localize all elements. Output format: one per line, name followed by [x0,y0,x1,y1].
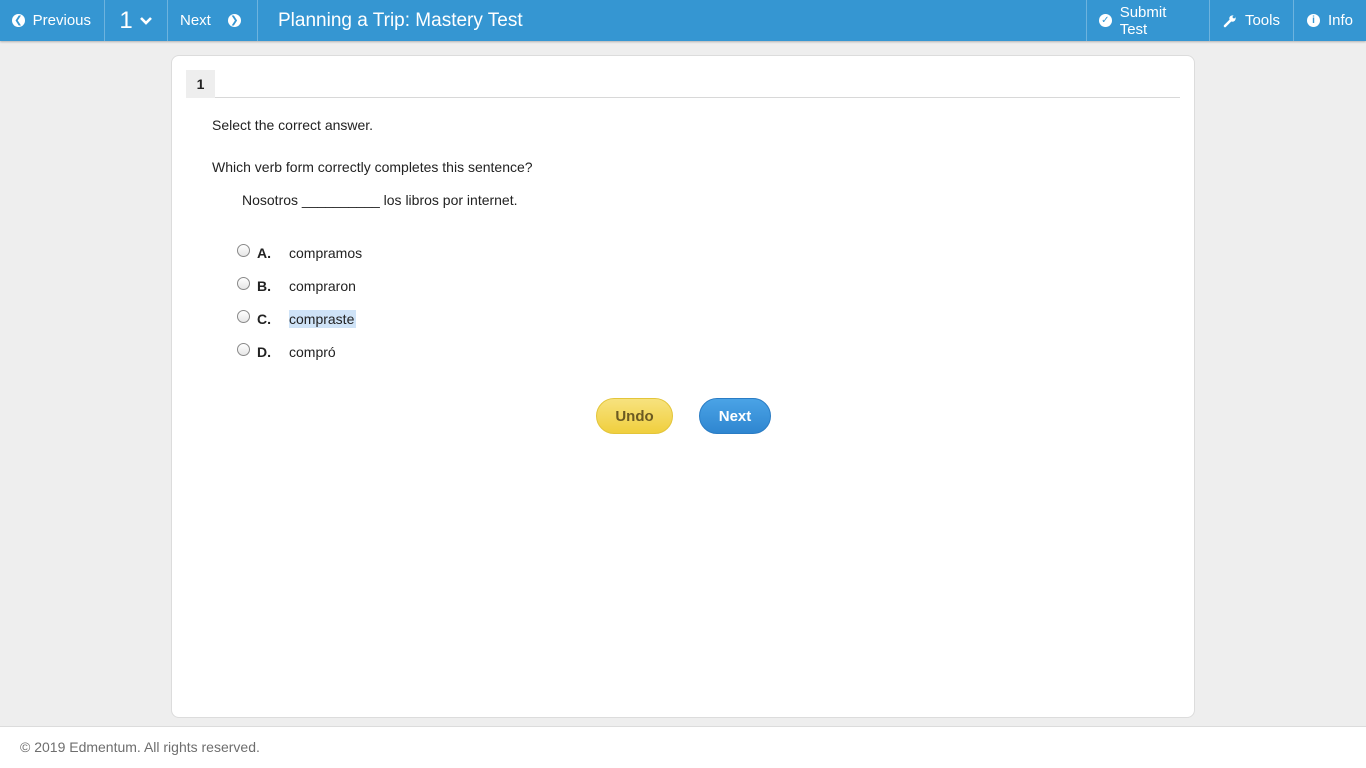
instruction-text: Select the correct answer. [212,117,374,133]
info-label: Info [1327,12,1353,29]
option-text: compró [289,343,336,360]
question-tab[interactable]: 1 [186,70,215,98]
tools-label: Tools [1244,12,1280,29]
topbar-actions: ✓ Submit Test Tools i Info [1086,0,1366,41]
copyright-text: © 2019 Edmentum. All rights reserved. [20,739,260,755]
check-circle-icon: ✓ [1099,14,1112,27]
footer: © 2019 Edmentum. All rights reserved. [0,726,1366,768]
question-sentence: Nosotros __________ los libros por inter… [242,192,518,208]
arrow-right-circle-icon: ❯ [227,14,241,27]
question-number: 1 [119,6,133,34]
radio-button-d[interactable] [237,343,250,356]
next-button[interactable]: Next [699,398,771,434]
question-number-dropdown[interactable]: 1 [105,0,168,41]
info-circle-icon: i [1307,14,1320,27]
info-button[interactable]: i Info [1293,0,1366,41]
wrench-icon [1223,14,1236,27]
option-letter: D. [257,343,271,360]
page-title: Planning a Trip: Mastery Test [278,9,523,31]
answer-option-a[interactable]: A. compramos [237,236,362,269]
next-label: Next [180,12,211,29]
action-buttons: Undo Next [596,398,771,434]
question-tab-bar: 1 [186,70,1180,98]
answer-option-b[interactable]: B. compraron [237,269,356,302]
previous-button[interactable]: ❮ Previous [0,0,105,41]
answer-option-c[interactable]: C. compraste [237,302,357,335]
radio-button-b[interactable] [237,277,250,290]
tools-button[interactable]: Tools [1209,0,1293,41]
answer-options: A. compramos B. compraron C. compraste D… [237,236,362,368]
option-letter: C. [257,310,271,327]
top-navigation-bar: ❮ Previous 1 Next ❯ Planning a Trip: Mas… [0,0,1366,41]
answer-option-d[interactable]: D. compró [237,335,336,368]
chevron-down-icon [139,16,152,25]
question-prompt: Which verb form correctly completes this… [212,159,533,175]
submit-label: Submit Test [1119,3,1167,38]
undo-button[interactable]: Undo [596,398,673,434]
submit-test-button[interactable]: ✓ Submit Test [1086,0,1209,41]
previous-label: Previous [32,12,91,29]
radio-button-c[interactable] [237,310,250,323]
option-text: compraron [289,277,356,294]
next-question-button[interactable]: Next ❯ [168,0,258,41]
option-text-highlighted: compraste [289,309,357,328]
option-letter: B. [257,277,271,294]
question-card: 1 Select the correct answer. Which verb … [171,55,1195,718]
option-letter: A. [257,244,271,261]
option-text: compramos [289,244,363,261]
arrow-left-circle-icon: ❮ [12,14,25,27]
radio-button-a[interactable] [237,244,250,257]
